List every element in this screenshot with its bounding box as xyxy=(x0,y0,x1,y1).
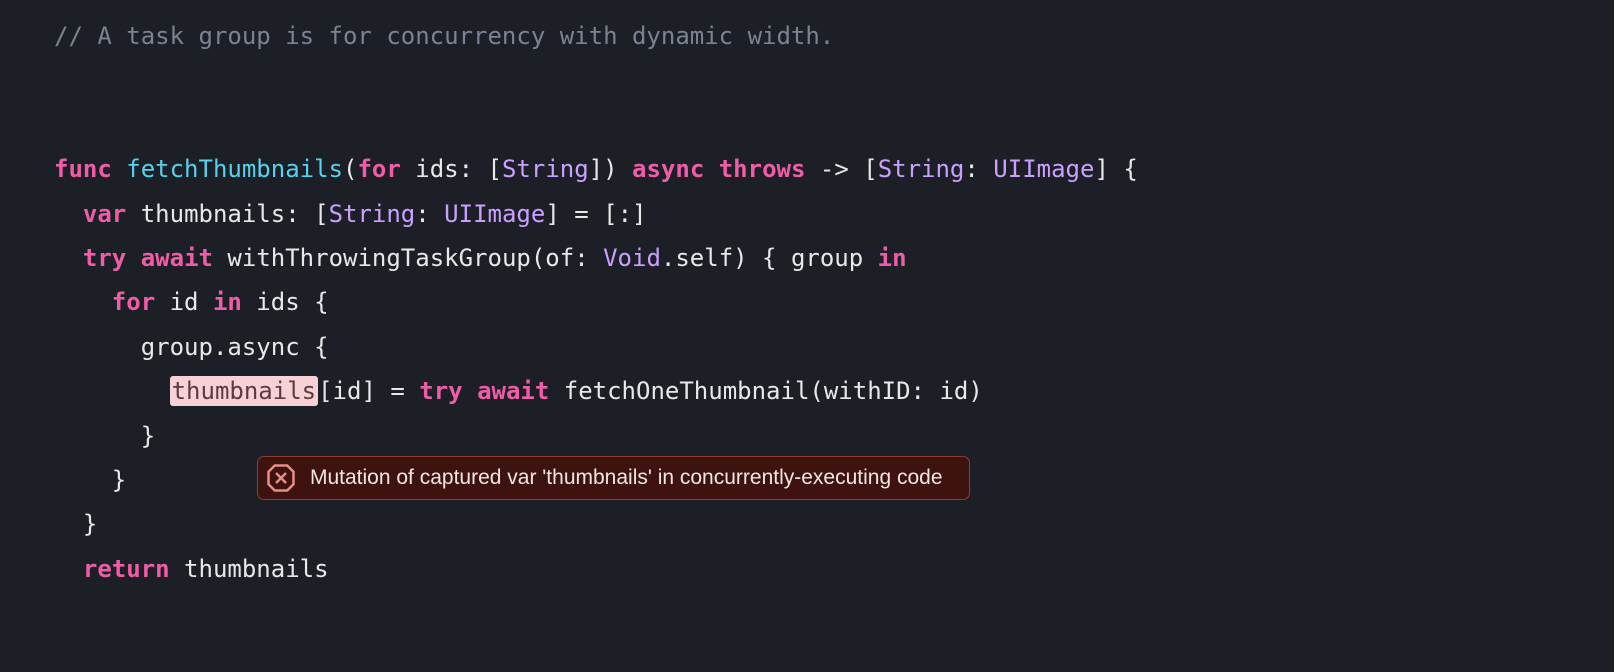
code-line-comment: // A task group is for concurrency with … xyxy=(54,14,1560,58)
code-line-mutation: thumbnails[id] = try await fetchOneThumb… xyxy=(54,369,1560,413)
error-banner[interactable]: Mutation of captured var 'thumbnails' in… xyxy=(257,456,970,500)
blank-line xyxy=(54,103,1560,147)
code-line-brace: } xyxy=(54,414,1560,458)
code-line-group-async: group.async { xyxy=(54,325,1560,369)
comment-text: // A task group is for concurrency with … xyxy=(54,22,834,50)
code-line-return: return thumbnails xyxy=(54,547,1560,591)
code-line-try-await: try await withThrowingTaskGroup(of: Void… xyxy=(54,236,1560,280)
blank-line xyxy=(54,58,1560,102)
code-line-for: for id in ids { xyxy=(54,280,1560,324)
error-highlight: thumbnails xyxy=(170,376,319,406)
code-line-brace: } xyxy=(54,502,1560,546)
code-editor[interactable]: // A task group is for concurrency with … xyxy=(54,14,1560,591)
error-message-text: Mutation of captured var 'thumbnails' in… xyxy=(310,464,943,491)
error-stop-icon xyxy=(266,463,296,493)
code-line-var: var thumbnails: [String: UIImage] = [:] xyxy=(54,192,1560,236)
code-line-signature: func fetchThumbnails(for ids: [String]) … xyxy=(54,147,1560,191)
